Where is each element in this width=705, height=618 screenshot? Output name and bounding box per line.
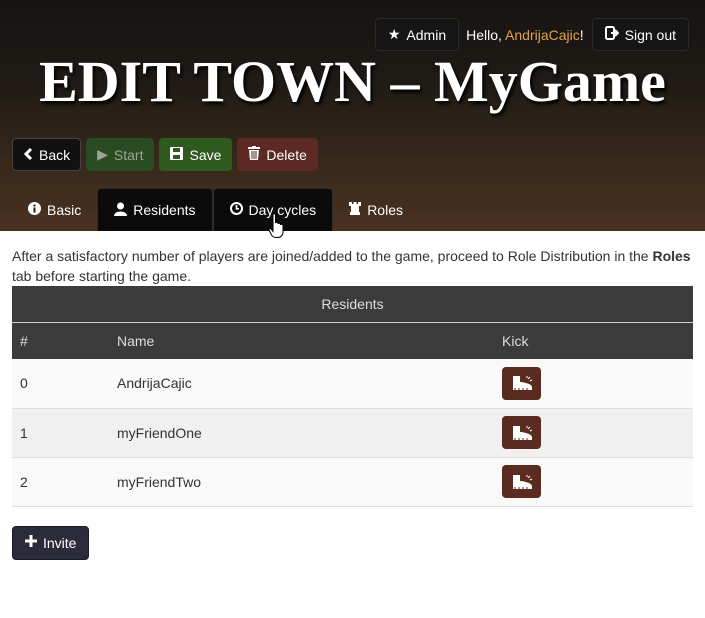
info-icon [28,201,41,218]
tab-residents[interactable]: Residents [97,188,213,231]
row-kick-cell [494,408,693,457]
chevron-left-icon [23,147,33,163]
delete-label: Delete [266,146,307,163]
column-header-kick: Kick [502,332,529,349]
page-title: EDIT TOWN – MyGame [39,49,666,114]
table-caption: Residents [321,295,384,312]
hand-pointer-cursor-icon [268,213,286,242]
instructions-roles-bold: Roles [652,248,691,264]
instructions-after: tab before starting the game. [12,268,191,284]
edit-tabs: Basic Residents Day cycles Roles [12,188,419,231]
kick-button[interactable] [502,416,541,449]
row-kick-cell [494,359,693,408]
save-button[interactable]: Save [159,138,233,171]
row-index: 2 [20,473,28,490]
tab-basic-label: Basic [47,201,82,218]
tab-residents-label: Residents [133,202,196,218]
back-label: Back [39,146,71,163]
start-button[interactable]: ▶ Start [86,138,155,171]
boot-icon [512,474,532,489]
floppy-disk-icon [170,146,184,163]
back-button[interactable]: Back [12,138,82,171]
column-header-number: # [20,332,28,349]
sign-out-label: Sign out [624,26,676,43]
start-label: Start [113,146,144,163]
row-index: 0 [20,375,28,392]
trash-icon [248,146,261,163]
user-icon [114,202,128,219]
sign-out-icon [604,26,620,43]
row-name: AndrijaCajic [117,375,192,392]
instructions-text: After a satisfactory number of players a… [12,246,696,286]
tab-roles-label: Roles [367,201,403,218]
greeting-suffix: ! [579,26,584,43]
sign-out-button[interactable]: Sign out [591,18,689,51]
table-row: 0 AndrijaCajic [12,359,693,408]
row-name: myFriendTwo [117,473,202,490]
play-icon: ▶ [97,146,108,162]
top-navigation: ★ Admin Hello, AndrijaCajic! Sign out [374,18,689,51]
table-row: 2 myFriendTwo [12,457,693,506]
action-toolbar: Back ▶ Start Save Delete [12,138,323,171]
row-index: 1 [20,424,28,441]
star-icon: ★ [387,26,401,42]
save-label: Save [189,146,222,163]
boot-icon [512,376,532,391]
table-header-row: # Name Kick [12,322,693,359]
greeting: Hello, AndrijaCajic! [466,27,584,43]
residents-table: Residents # Name Kick 0 AndrijaCajic 1 m… [12,286,693,507]
username[interactable]: AndrijaCajic [505,27,580,43]
table-row: 1 myFriendOne [12,408,693,457]
table-caption-row: Residents [12,286,693,322]
boot-icon [512,425,532,440]
row-kick-cell [494,457,693,506]
kick-button[interactable] [502,366,541,400]
tab-basic[interactable]: Basic [12,188,97,231]
column-header-name: Name [117,332,155,349]
invite-button[interactable]: Invite [12,526,90,560]
greeting-prefix: Hello, [466,26,506,43]
clock-icon [229,202,243,218]
instructions-before: After a satisfactory number of players a… [12,248,653,264]
rook-icon [349,201,362,218]
invite-label: Invite [43,535,77,551]
row-name: myFriendOne [117,424,202,441]
admin-button[interactable]: ★ Admin [374,18,460,51]
delete-button[interactable]: Delete [237,138,318,171]
tab-roles[interactable]: Roles [333,188,419,231]
page-header: ★ Admin Hello, AndrijaCajic! Sign out ED… [0,0,705,231]
kick-button[interactable] [502,465,541,498]
admin-label: Admin [406,26,447,43]
plus-icon [25,534,37,552]
